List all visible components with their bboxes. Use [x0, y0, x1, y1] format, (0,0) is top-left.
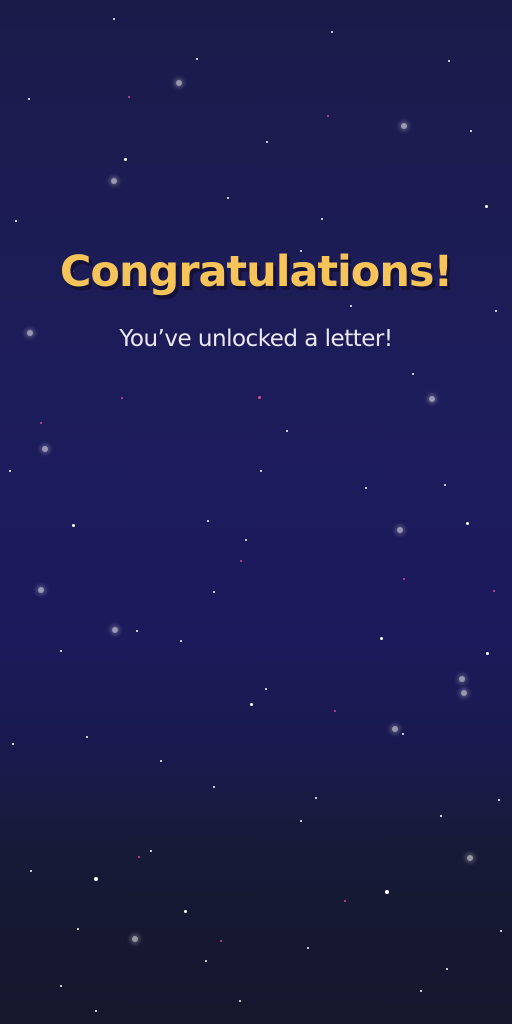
star: [286, 430, 288, 432]
star: [9, 470, 11, 472]
star: [132, 936, 138, 942]
star: [205, 960, 207, 962]
star: [444, 484, 446, 486]
star: [86, 736, 88, 738]
celebration-screen: Congratulations! You’ve unlocked a lette…: [0, 0, 512, 1024]
star: [72, 524, 75, 527]
star: [260, 470, 262, 472]
star: [350, 305, 352, 307]
star: [470, 130, 472, 132]
star: [95, 1010, 97, 1012]
star: [493, 590, 495, 592]
star: [12, 743, 14, 745]
star: [403, 578, 405, 580]
star: [113, 18, 115, 20]
star: [38, 587, 44, 593]
star: [500, 930, 502, 932]
star: [213, 786, 215, 788]
star: [466, 522, 469, 525]
star: [121, 397, 123, 399]
star: [331, 31, 333, 33]
star: [365, 487, 367, 489]
star: [250, 703, 253, 706]
star: [239, 1000, 241, 1002]
star: [111, 178, 117, 184]
star: [485, 205, 488, 208]
star: [245, 539, 247, 541]
star: [184, 910, 187, 913]
congratulations-title: Congratulations!: [59, 247, 453, 297]
star: [30, 870, 32, 872]
star: [138, 856, 140, 858]
star: [321, 218, 323, 220]
star: [392, 726, 398, 732]
star: [40, 422, 42, 424]
star: [429, 396, 435, 402]
star: [94, 877, 98, 881]
star: [459, 676, 465, 682]
star: [180, 640, 182, 642]
star: [124, 158, 127, 161]
star: [344, 900, 346, 902]
star: [440, 815, 442, 817]
starry-background: [0, 0, 512, 1024]
star: [207, 520, 209, 522]
star: [420, 990, 422, 992]
star: [160, 760, 162, 762]
star: [448, 60, 450, 62]
star: [42, 446, 48, 452]
star: [334, 710, 336, 712]
star: [60, 650, 62, 652]
star: [220, 940, 222, 942]
star: [28, 98, 30, 100]
star: [397, 527, 403, 533]
star: [266, 141, 268, 143]
star: [385, 890, 389, 894]
star: [486, 652, 489, 655]
star: [446, 968, 448, 970]
star: [495, 310, 497, 312]
star: [265, 688, 267, 690]
star: [15, 220, 17, 222]
star: [401, 123, 407, 129]
star: [498, 799, 500, 801]
star: [176, 80, 182, 86]
star: [240, 560, 242, 562]
star: [307, 947, 309, 949]
star: [213, 591, 215, 593]
star: [136, 630, 138, 632]
star: [258, 396, 261, 399]
star: [402, 733, 404, 735]
star: [461, 690, 467, 696]
star: [112, 627, 118, 633]
star: [227, 197, 229, 199]
star: [380, 637, 383, 640]
star: [128, 96, 130, 98]
unlock-message: You’ve unlocked a letter!: [119, 326, 393, 352]
star: [315, 797, 317, 799]
star: [412, 373, 414, 375]
star: [196, 58, 198, 60]
star: [60, 985, 62, 987]
star: [77, 928, 79, 930]
star: [300, 820, 302, 822]
star: [150, 850, 152, 852]
star: [327, 115, 329, 117]
star: [467, 855, 473, 861]
